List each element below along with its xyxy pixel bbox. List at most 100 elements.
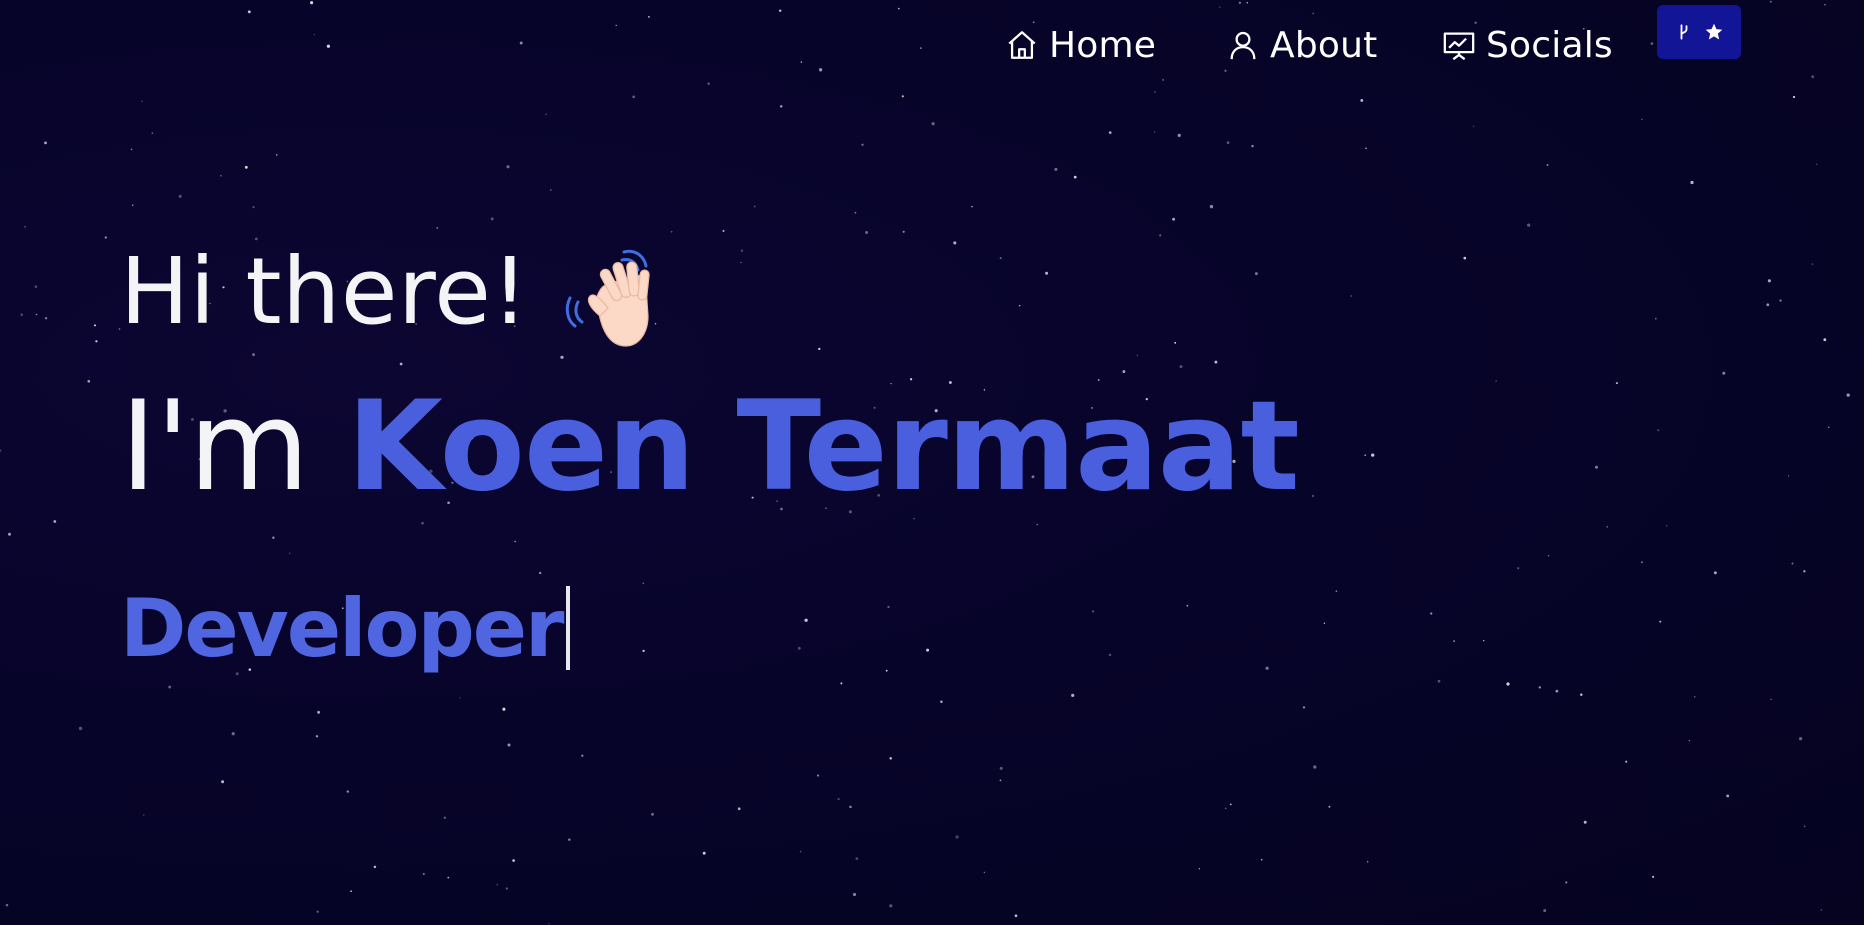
star-dot: [459, 697, 461, 699]
star-dot: [399, 362, 403, 366]
star-dot: [1766, 303, 1770, 307]
star-dot: [642, 649, 645, 653]
star-dot: [1122, 370, 1126, 374]
star-dot: [642, 582, 644, 584]
star-dot: [1580, 693, 1583, 696]
star-dot: [1091, 610, 1095, 613]
star-dot: [1179, 365, 1183, 369]
star-dot: [1606, 525, 1609, 528]
star-dot: [545, 113, 547, 116]
star-dot: [1538, 686, 1541, 689]
star-dot: [20, 313, 24, 317]
star-dot: [999, 766, 1003, 770]
name-highlight: Koen Termaat: [346, 375, 1300, 519]
star-dot: [1625, 760, 1628, 763]
star-dot: [316, 910, 319, 913]
presentation-chart-icon: [1443, 32, 1475, 61]
star-dot: [971, 205, 973, 208]
star-dot: [422, 873, 425, 875]
home-icon: [1008, 31, 1036, 59]
star-dot: [288, 552, 291, 555]
star-dot: [1172, 217, 1176, 221]
star-dot: [1350, 295, 1352, 297]
star-dot: [999, 779, 1002, 782]
star-dot: [940, 700, 943, 703]
star-dot: [999, 257, 1002, 260]
star-dot: [818, 347, 821, 351]
star-dot: [651, 812, 654, 816]
star-dot: [1371, 453, 1375, 457]
star-dot: [1641, 561, 1643, 563]
star-dot: [1726, 794, 1730, 798]
star-dot: [1652, 875, 1655, 878]
star-dot: [1323, 622, 1326, 624]
git-fork-icon: [1680, 24, 1688, 40]
user-icon: [1230, 31, 1256, 60]
star-dot: [1828, 426, 1830, 428]
star-dot: [779, 105, 783, 108]
star-dot: [506, 165, 510, 169]
star-dot: [1014, 914, 1018, 917]
star-dot: [926, 648, 930, 652]
star-dot: [901, 95, 904, 98]
star-dot: [1209, 204, 1214, 209]
star-dot: [840, 682, 843, 685]
star-dot: [1472, 125, 1475, 128]
star-dot: [346, 790, 349, 793]
star-dot: [244, 165, 248, 169]
star-dot: [131, 204, 134, 206]
star-dot: [87, 379, 91, 383]
star-dot: [1820, 909, 1823, 911]
star-dot: [887, 605, 890, 609]
star-dot: [1364, 454, 1367, 457]
star-dot: [94, 324, 96, 327]
star-dot: [931, 122, 935, 126]
star-icon: [1705, 23, 1723, 40]
star-dot: [1811, 263, 1814, 265]
star-dot: [740, 261, 742, 264]
star-dot: [1313, 765, 1317, 769]
nav-socials-link[interactable]: Socials: [1442, 22, 1613, 68]
star-dot: [581, 754, 584, 757]
star-dot: [1198, 868, 1201, 870]
nav-about-link[interactable]: About: [1226, 22, 1377, 68]
github-fork-star-button[interactable]: [1657, 5, 1741, 59]
star-dot: [1555, 689, 1559, 693]
star-dot: [502, 707, 506, 711]
nav-home-label: Home: [1049, 24, 1157, 66]
star-dot: [1787, 475, 1790, 477]
star-dot: [1073, 175, 1077, 179]
star-dot: [0, 449, 2, 452]
star-dot: [737, 807, 741, 811]
star-dot: [373, 865, 377, 869]
star-dot: [1360, 98, 1364, 102]
star-dot: [1254, 272, 1258, 276]
star-dot: [1482, 639, 1485, 642]
star-dot: [1226, 141, 1230, 144]
star-dot: [1770, 698, 1772, 701]
star-dot: [1694, 696, 1696, 698]
star-dot: [220, 174, 222, 177]
star-dot: [861, 143, 864, 146]
star-dot: [8, 532, 11, 536]
star-dot: [104, 236, 107, 239]
star-dot: [252, 206, 255, 209]
star-dot: [1803, 825, 1806, 828]
waving-hand-icon: [565, 249, 650, 347]
star-dot: [1328, 805, 1331, 808]
star-dot: [1495, 380, 1497, 382]
nav-about-label: About: [1270, 24, 1378, 66]
star-dot: [1722, 371, 1726, 375]
star-dot: [797, 646, 801, 650]
star-dot: [568, 838, 571, 841]
star-dot: [852, 892, 857, 897]
star-dot: [315, 735, 319, 738]
intro-heading: I'm Koen Termaat: [120, 375, 1300, 519]
nav-home-link[interactable]: Home: [1005, 22, 1156, 68]
star-dot: [1251, 144, 1254, 148]
star-dot: [512, 859, 515, 862]
star-dot: [1657, 429, 1660, 432]
role-text: Developer: [120, 582, 564, 675]
star-dot: [1365, 147, 1367, 149]
star-dot: [1154, 131, 1156, 133]
